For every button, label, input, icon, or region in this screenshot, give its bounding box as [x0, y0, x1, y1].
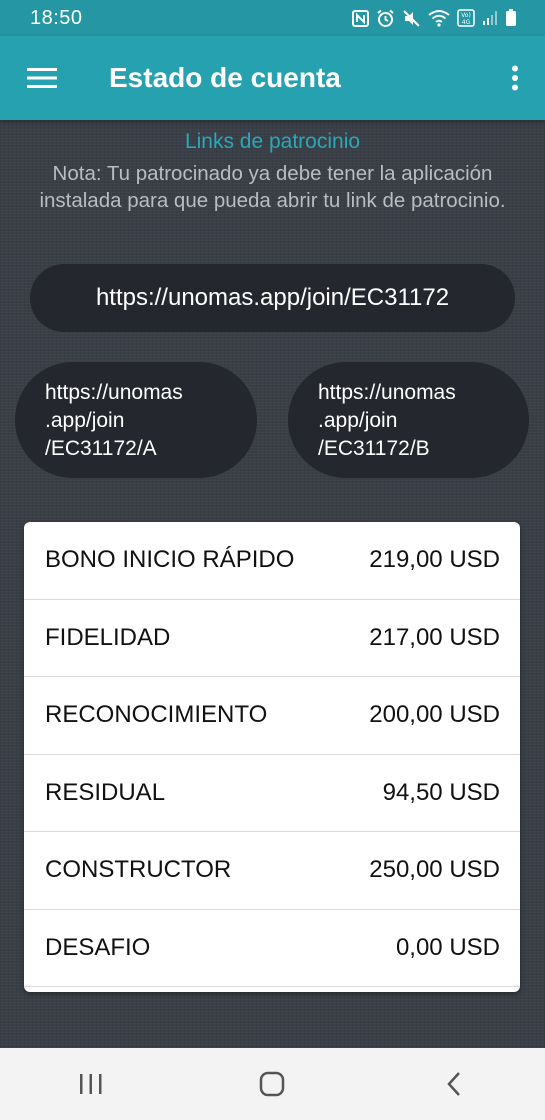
bonus-amount: 250,00 USD: [369, 856, 500, 884]
battery-icon: [505, 9, 517, 27]
bonus-label: RESIDUAL: [45, 778, 166, 806]
bonus-row: RESIDUAL 94,50 USD: [24, 755, 520, 832]
home-button[interactable]: [222, 1048, 322, 1120]
sponsor-link-b[interactable]: https://unomas .app/join /EC31172/B: [288, 362, 529, 478]
sponsor-link-a[interactable]: https://unomas .app/join /EC31172/A: [15, 362, 257, 478]
svg-text:Vo): Vo): [461, 12, 471, 19]
system-nav-bar: [0, 1048, 545, 1120]
links-title: Links de patrocinio: [184, 130, 361, 153]
bonus-label: FIDELIDAD: [45, 623, 171, 651]
bonus-label: BONO INICIO RÁPIDO: [45, 546, 295, 574]
wifi-icon: [428, 9, 450, 27]
bonus-row: RECONOCIMIENTO 200,00 USD: [24, 677, 520, 755]
bonus-row: BONO INICIO RÁPIDO 219,00 USD: [24, 522, 520, 600]
app-bar: Estado de cuenta: [0, 36, 545, 120]
volte-4g-icon: Vo) 4G: [457, 9, 475, 27]
recent-apps-button[interactable]: [41, 1048, 141, 1120]
page-title: Estado de cuenta: [109, 62, 341, 93]
bonus-amount: 200,00 USD: [369, 701, 500, 729]
bonus-label: CONSTRUCTOR: [45, 856, 232, 884]
bonus-amount: 217,00 USD: [369, 623, 500, 651]
bonus-row: CONSTRUCTOR 250,00 USD: [24, 832, 520, 910]
recent-apps-icon: [79, 1074, 102, 1094]
more-vert-icon: [512, 65, 518, 91]
status-bar: 18:50 Vo) 4G: [0, 0, 545, 36]
back-button[interactable]: [404, 1048, 504, 1120]
nfc-icon: [352, 9, 369, 27]
sponsor-link-b-line: https://unomas: [318, 381, 456, 404]
sponsor-link-b-line: .app/join: [318, 409, 398, 432]
back-icon: [447, 1072, 461, 1096]
bonus-label: RECONOCIMIENTO: [45, 701, 268, 729]
bonus-card: BONO INICIO RÁPIDO 219,00 USD FIDELIDAD …: [24, 522, 520, 992]
sponsor-link-main-text: https://unomas.app/join/EC31172: [95, 284, 450, 311]
home-icon: [260, 1071, 285, 1097]
menu-button[interactable]: [0, 36, 84, 120]
more-options-button[interactable]: [485, 36, 545, 120]
links-note: Nota: Tu patrocinado ya debe tener la ap…: [39, 162, 506, 212]
sponsor-link-b-line: /EC31172/B: [318, 437, 430, 460]
sponsor-link-a-line: /EC31172/A: [45, 437, 157, 460]
signal-icon: [482, 10, 498, 26]
svg-text:4G: 4G: [462, 19, 471, 26]
bonus-row: FIDELIDAD 217,00 USD: [24, 600, 520, 677]
bonus-label: DESAFIO: [45, 933, 151, 961]
sponsor-link-a-line: .app/join: [45, 409, 125, 432]
bonus-amount: 219,00 USD: [369, 546, 500, 574]
status-time: 18:50: [30, 6, 83, 29]
alarm-icon: [376, 9, 395, 28]
bonus-row: DESAFIO 0,00 USD: [24, 910, 520, 987]
status-icons: Vo) 4G: [352, 9, 517, 28]
sponsor-link-a-line: https://unomas: [45, 381, 183, 404]
bonus-amount: 0,00 USD: [395, 933, 500, 961]
sponsor-link-main[interactable]: https://unomas.app/join/EC31172: [30, 264, 515, 332]
hamburger-icon: [27, 68, 57, 88]
mute-icon: [402, 9, 421, 28]
bonus-amount: 94,50 USD: [382, 778, 500, 806]
